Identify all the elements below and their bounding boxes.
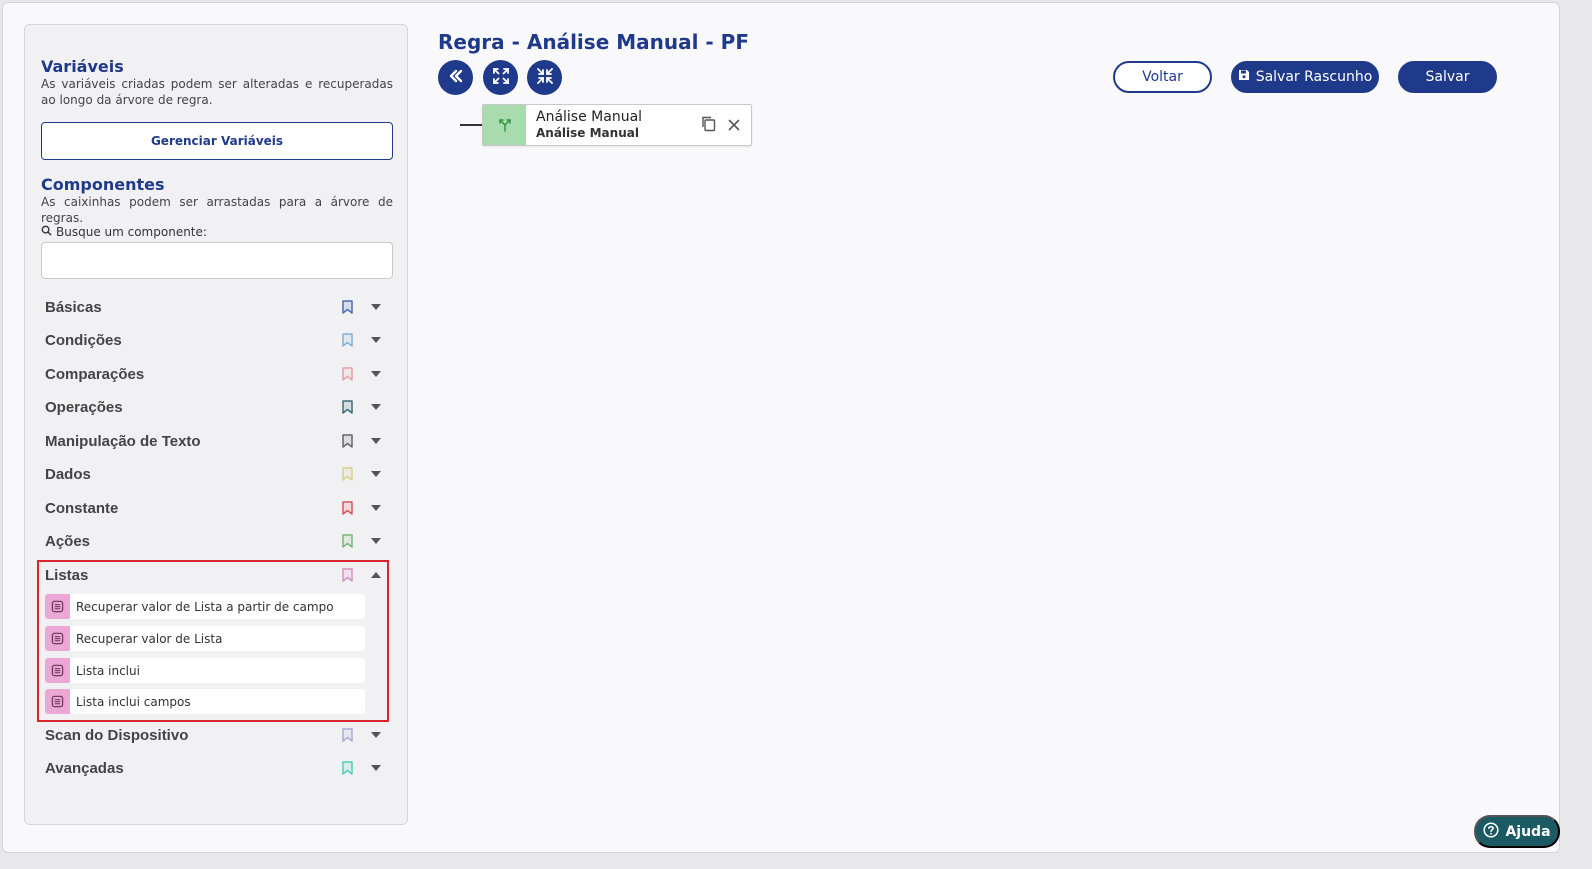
category-label: Operações — [45, 398, 123, 416]
bookmark-icon — [339, 466, 355, 482]
bookmark-icon — [339, 500, 355, 516]
compress-button[interactable] — [527, 60, 562, 95]
floppy-disk-icon — [1238, 69, 1250, 85]
question-circle-icon — [1483, 821, 1500, 842]
category-avancadas[interactable]: Avançadas — [45, 756, 383, 780]
caret-down-icon[interactable] — [369, 728, 383, 742]
category-label: Manipulação de Texto — [45, 432, 201, 450]
list-item-label: Recuperar valor de Lista a partir de cam… — [76, 599, 334, 614]
save-draft-button[interactable]: Salvar Rascunho — [1231, 61, 1379, 93]
save-button-label: Salvar — [1425, 69, 1470, 85]
close-icon — [728, 116, 740, 135]
caret-down-icon[interactable] — [369, 367, 383, 381]
list-item[interactable]: Lista inclui campos — [45, 689, 365, 714]
category-dados[interactable]: Dados — [45, 462, 383, 486]
bookmark-icon — [339, 760, 355, 776]
list-item-label: Recuperar valor de Lista — [76, 631, 223, 646]
manage-variables-button[interactable]: Gerenciar Variáveis — [41, 122, 393, 160]
caret-down-icon[interactable] — [369, 534, 383, 548]
search-icon — [41, 225, 52, 239]
variables-description: As variáveis criadas podem ser alteradas… — [41, 77, 393, 107]
category-constante[interactable]: Constante — [45, 496, 383, 520]
category-scan-do-dispositivo[interactable]: Scan do Dispositivo — [45, 723, 383, 747]
list-icon — [45, 594, 70, 619]
category-label: Ações — [45, 532, 91, 550]
expand-icon — [492, 67, 509, 88]
branch-icon — [483, 105, 526, 145]
copy-icon — [700, 115, 717, 136]
collapse-sidebar-button[interactable] — [438, 60, 473, 95]
category-label: Comparações — [45, 365, 145, 383]
search-label: Busque um componente: — [41, 225, 207, 239]
category-label: Scan do Dispositivo — [45, 726, 189, 744]
node-title: Análise Manual — [536, 109, 643, 125]
bookmark-icon — [339, 299, 355, 315]
double-chevron-left-icon — [448, 68, 464, 88]
caret-down-icon[interactable] — [369, 501, 383, 515]
category-condicoes[interactable]: Condições — [45, 328, 383, 352]
list-item[interactable]: Lista inclui — [45, 658, 365, 683]
list-item[interactable]: Recuperar valor de Lista a partir de cam… — [45, 594, 365, 619]
components-description: As caixinhas podem ser arrastadas para a… — [41, 195, 393, 225]
category-label: Constante — [45, 499, 119, 517]
category-manipulacao-de-texto[interactable]: Manipulação de Texto — [45, 429, 383, 453]
variables-title: Variáveis — [41, 57, 124, 76]
sidebar: Variáveis As variáveis criadas podem ser… — [24, 24, 408, 825]
list-icon — [45, 658, 70, 683]
list-item-label: Lista inclui campos — [76, 694, 191, 709]
expand-button[interactable] — [483, 60, 518, 95]
compress-icon — [536, 67, 553, 88]
search-label-text: Busque um componente: — [56, 225, 207, 239]
category-basicas[interactable]: Básicas — [45, 295, 383, 319]
category-operacoes[interactable]: Operações — [45, 395, 383, 419]
caret-down-icon[interactable] — [369, 761, 383, 775]
back-button-label: Voltar — [1142, 69, 1183, 85]
category-label: Avançadas — [45, 759, 124, 777]
bookmark-icon — [339, 332, 355, 348]
back-button[interactable]: Voltar — [1113, 61, 1212, 93]
page-title: Regra - Análise Manual - PF — [438, 30, 749, 54]
rule-tree-node[interactable]: Análise Manual Análise Manual — [482, 104, 752, 146]
caret-down-icon[interactable] — [369, 434, 383, 448]
copy-node-button[interactable] — [695, 105, 721, 145]
caret-down-icon[interactable] — [369, 400, 383, 414]
category-acoes[interactable]: Ações — [45, 529, 383, 553]
help-label: Ajuda — [1505, 823, 1551, 840]
list-icon — [45, 689, 70, 714]
components-title: Componentes — [41, 175, 165, 194]
component-search-input[interactable] — [41, 242, 393, 279]
bookmark-icon — [339, 533, 355, 549]
help-button[interactable]: Ajuda — [1474, 815, 1560, 848]
bookmark-icon — [339, 727, 355, 743]
list-item[interactable]: Recuperar valor de Lista — [45, 626, 365, 651]
category-label: Condições — [45, 331, 122, 349]
category-label: Básicas — [45, 298, 102, 316]
caret-down-icon[interactable] — [369, 467, 383, 481]
caret-down-icon[interactable] — [369, 300, 383, 314]
category-label: Dados — [45, 465, 91, 483]
remove-node-button[interactable] — [721, 105, 747, 145]
listas-highlight-box: Recuperar valor de Lista a partir de cam… — [37, 560, 389, 722]
list-item-label: Lista inclui — [76, 663, 140, 678]
save-button[interactable]: Salvar — [1398, 61, 1497, 93]
bookmark-icon — [339, 366, 355, 382]
tree-connector-line — [460, 124, 482, 126]
bookmark-icon — [339, 433, 355, 449]
list-icon — [45, 626, 70, 651]
category-comparacoes[interactable]: Comparações — [45, 362, 383, 386]
caret-down-icon[interactable] — [369, 333, 383, 347]
save-draft-label: Salvar Rascunho — [1255, 69, 1373, 85]
node-subtitle: Análise Manual — [536, 126, 639, 140]
bookmark-icon — [339, 399, 355, 415]
